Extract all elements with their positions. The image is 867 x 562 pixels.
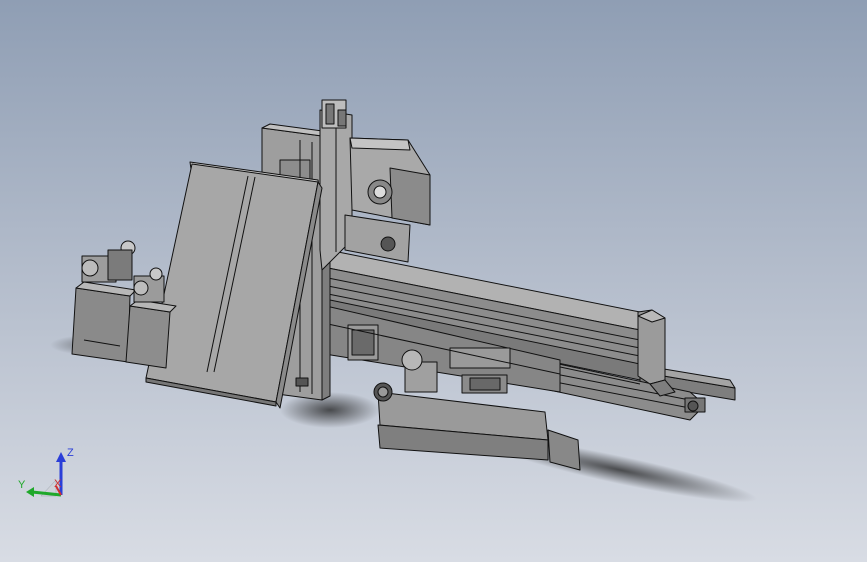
y-axis-label: Y [18,479,26,491]
orientation-triad: Z Y X [18,447,74,497]
z-axis-label: Z [67,447,74,459]
x-axis-label: X [54,478,62,490]
cnc-machine-model[interactable] [0,0,867,562]
hydraulic-unit-left [71,240,137,363]
spindle-head [344,137,431,263]
y-axis-icon [31,490,62,497]
graphics-viewport[interactable]: Z Y X [0,0,867,562]
